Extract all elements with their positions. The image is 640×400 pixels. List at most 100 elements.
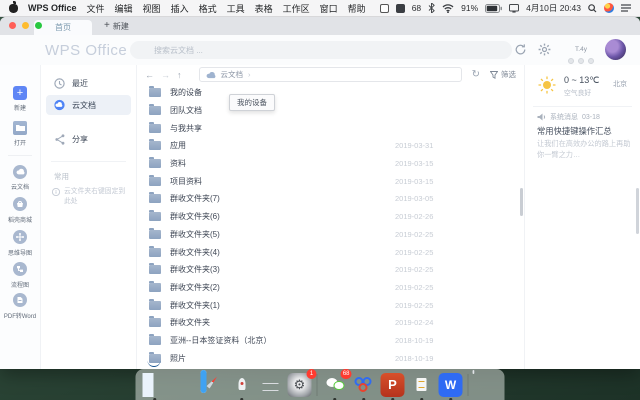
menu-item[interactable]: 工具 [227, 2, 245, 15]
dock-divider [317, 374, 318, 396]
file-name: 群收文件夹(2) [170, 282, 220, 293]
dock: ⚙1 68 P W [136, 369, 505, 400]
file-date: 2019-02-25 [395, 283, 433, 292]
user-avatar[interactable] [605, 39, 626, 60]
folder-icon [149, 318, 161, 327]
nav-item-share[interactable]: 分享 [46, 129, 131, 149]
breadcrumb[interactable]: 云文档 › [199, 67, 462, 82]
menu-item[interactable]: 表格 [255, 2, 273, 15]
dock-safari[interactable] [201, 373, 225, 397]
refresh-button[interactable]: ↻ [472, 69, 480, 80]
membership-chip[interactable]: T.4y [568, 38, 594, 64]
display-menu-icon[interactable] [509, 4, 519, 13]
funnel-icon [490, 71, 498, 79]
nav-item-cloud-docs[interactable]: 云文档 [46, 95, 131, 115]
dock-system-preferences[interactable]: ⚙1 [288, 373, 312, 397]
sidebar-item-flowchart[interactable]: 流程图 [0, 260, 40, 289]
wifi-icon[interactable] [442, 4, 454, 13]
dock-wps-cloud-drive[interactable] [352, 373, 376, 397]
spotlight-search-icon[interactable] [588, 4, 597, 13]
file-name: 群收文件夹(7) [170, 193, 220, 204]
apple-menu-icon[interactable] [9, 4, 18, 13]
dock-docer[interactable] [410, 373, 434, 397]
menu-item[interactable]: 工作区 [283, 2, 310, 15]
file-row[interactable]: 群收文件夹(2) 2019-02-25 [137, 279, 524, 297]
close-window-button[interactable] [9, 22, 16, 29]
dock-launchpad[interactable] [230, 373, 254, 397]
bluetooth-icon[interactable] [428, 3, 435, 13]
panel-scrollbar[interactable] [636, 188, 639, 234]
switcher-menu-icon[interactable] [621, 4, 631, 12]
file-row[interactable]: 应用 2019-03-31 [137, 137, 524, 155]
file-row[interactable]: 群收文件夹(4) 2019-02-25 [137, 243, 524, 261]
dock-finder[interactable] [143, 373, 167, 397]
menu-item[interactable]: 视图 [143, 2, 161, 15]
minimize-window-button[interactable] [22, 22, 29, 29]
menu-item[interactable]: 帮助 [348, 2, 366, 15]
zoom-window-button[interactable] [35, 22, 42, 29]
file-row[interactable]: 群收文件夹 2019-02-24 [137, 314, 524, 332]
colorful-app-menu-icon[interactable] [604, 3, 614, 13]
file-row[interactable]: 群收文件夹(5) 2019-02-25 [137, 226, 524, 244]
notes-menu-extra-icon[interactable] [380, 4, 389, 13]
dock-siri[interactable] [172, 373, 196, 397]
sidebar-item-new[interactable]: + 新建 [0, 83, 40, 112]
menu-item[interactable]: 文件 [87, 2, 105, 15]
menu-item[interactable]: 格式 [199, 2, 217, 15]
app-menu-extra-icon[interactable] [396, 4, 405, 13]
file-date: 2019-02-25 [395, 301, 433, 310]
file-row[interactable]: 项目资料 2019-03-15 [137, 172, 524, 190]
settings-gear-icon[interactable] [538, 43, 552, 57]
sidebar-divider [8, 155, 32, 156]
dock-wechat[interactable]: 68 [323, 373, 347, 397]
file-date: 2019-03-15 [395, 159, 433, 168]
file-date: 2019-02-25 [395, 230, 433, 239]
sidebar-item-docer-mall[interactable]: 稻壳商城 [0, 195, 40, 224]
cloud-blue-icon [54, 100, 65, 111]
sidebar-item-open[interactable]: 打开 [0, 118, 40, 147]
back-button[interactable]: ← [145, 70, 154, 80]
megaphone-icon [537, 113, 546, 121]
file-row[interactable]: 与我共享 [137, 119, 524, 137]
menu-item[interactable]: 窗口 [320, 2, 338, 15]
file-row[interactable]: 群收文件夹(7) 2019-03-05 [137, 190, 524, 208]
menu-item[interactable]: 编辑 [115, 2, 133, 15]
membership-level-icons [568, 58, 594, 64]
dock-powerpoint[interactable]: P [381, 373, 405, 397]
battery-percent: 91% [461, 3, 478, 13]
file-row[interactable]: 照片 2018-10-19 [137, 349, 524, 367]
file-row[interactable]: 群收文件夹(6) 2019-02-26 [137, 208, 524, 226]
row-more-button[interactable]: ⋮ [499, 70, 508, 79]
dock-trash[interactable] [474, 373, 498, 397]
file-date: 2019-02-25 [395, 265, 433, 274]
search-input[interactable] [130, 41, 512, 59]
sidebar-item-pdf-to-word[interactable]: PDF转Word [0, 291, 40, 320]
dock-wps-office[interactable]: W [439, 373, 463, 397]
list-scrollbar[interactable] [520, 188, 523, 216]
file-row[interactable]: 群收文件夹(3) 2019-02-25 [137, 261, 524, 279]
menu-bar-datetime[interactable]: 4月10日 20:43 [526, 2, 581, 14]
up-button[interactable]: ↑ [177, 70, 182, 80]
sidebar-item-cloud-docs[interactable]: 云文档 [0, 162, 40, 191]
message-title[interactable]: 常用快捷键操作汇总 [537, 125, 612, 137]
sidebar-item-mindmap[interactable]: 思维导图 [0, 228, 40, 257]
docer-mall-icon [13, 197, 27, 211]
sync-status-icon[interactable] [514, 43, 528, 57]
forward-button[interactable]: → [161, 70, 170, 80]
new-tab-button[interactable]: + 新建 [104, 17, 129, 35]
dock-divider [468, 374, 469, 396]
new-plus-icon: + [13, 86, 27, 100]
menu-app-name[interactable]: WPS Office [28, 3, 77, 13]
tab-home[interactable]: 首页 [34, 20, 92, 35]
file-row[interactable]: 群收文件夹(1) 2019-02-25 [137, 296, 524, 314]
file-row[interactable]: 亚洲--日本签证资料（北京） 2018-10-19 [137, 332, 524, 350]
file-row[interactable]: 我的设备 [137, 84, 524, 102]
wechat-unread-count: 68 [412, 3, 421, 13]
clock-icon [54, 78, 65, 89]
dock-notes[interactable] [259, 373, 283, 397]
weather-city[interactable]: 北京 [613, 79, 627, 89]
file-row[interactable]: 团队文档 [137, 102, 524, 120]
menu-item[interactable]: 插入 [171, 2, 189, 15]
file-row[interactable]: 资料 2019-03-15 [137, 155, 524, 173]
nav-item-recent[interactable]: 最近 [46, 73, 131, 93]
